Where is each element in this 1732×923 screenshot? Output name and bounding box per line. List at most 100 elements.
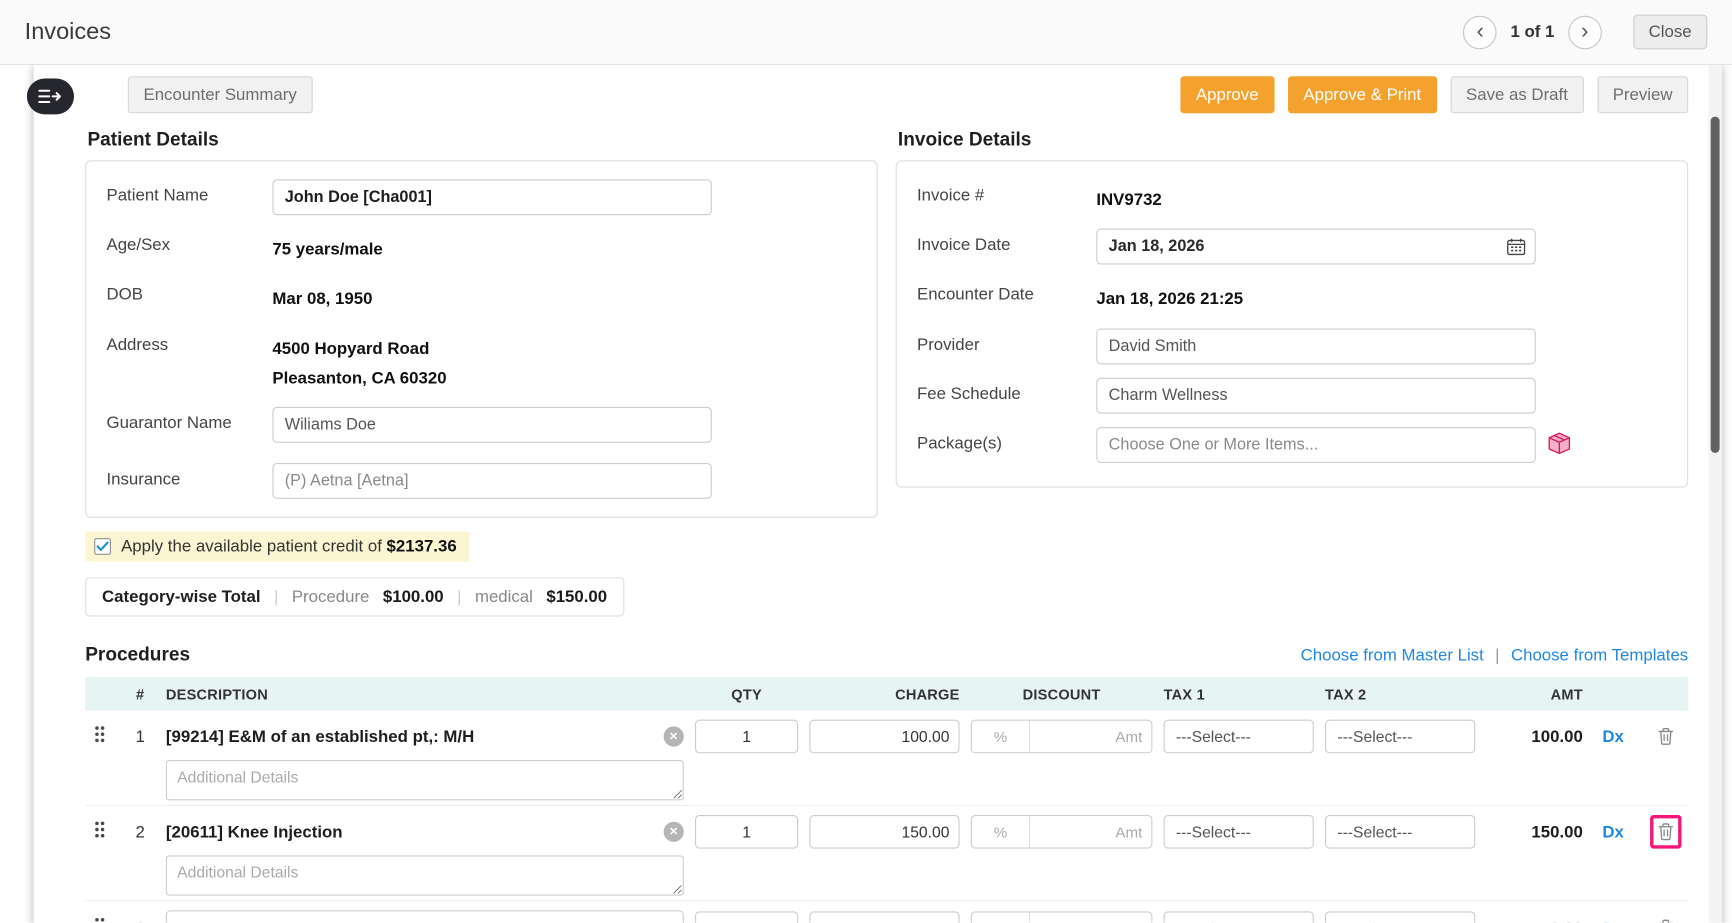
encounter-date-value: Jan 18, 2026 21:25 [1096,278,1243,314]
packages-input[interactable] [1096,427,1535,463]
drag-handle-icon[interactable] [85,725,114,749]
procedures-table-header: # DESCRIPTION QTY CHARGE DISCOUNT TAX 1 … [85,677,1688,711]
drag-handle-icon[interactable] [85,820,114,844]
scrollbar-track[interactable] [1708,65,1721,923]
discount-amount-input[interactable] [1030,912,1151,922]
age-sex-value: 75 years/male [272,229,382,265]
topbar-controls: ‹ 1 of 1 › Close [1463,15,1707,50]
scrollbar-thumb[interactable] [1711,117,1720,453]
encounter-date-label: Encounter Date [917,278,1096,304]
procedure-description: [99214] E&M of an established pt,: M/H [166,727,474,746]
tax1-select[interactable]: ---Select--- [1164,720,1314,754]
qty-input[interactable] [695,911,798,922]
col-tax1: TAX 1 [1164,685,1314,702]
preview-button[interactable]: Preview [1597,76,1688,113]
remove-procedure-icon[interactable]: ✕ [664,822,684,842]
procedure-row: 2 [20611] Knee Injection ✕ ---Select--- … [85,806,1688,901]
close-button[interactable]: Close [1633,15,1707,50]
discount-percent-input[interactable] [972,912,1030,922]
tax1-select[interactable]: ---Select--- [1164,815,1314,849]
details-columns: Patient Details Patient Name Age/Sex 75 … [85,129,1688,518]
calendar-icon[interactable] [1507,238,1526,262]
separator: | [457,587,461,606]
next-invoice-button[interactable]: › [1568,15,1602,49]
col-charge: CHARGE [809,685,959,702]
invoice-number-label: Invoice # [917,179,1096,205]
qty-input[interactable] [695,815,798,849]
charge-input[interactable] [809,720,959,754]
additional-details-textarea[interactable] [166,760,684,800]
insurance-label: Insurance [106,463,272,489]
tax2-select[interactable]: ---Select--- [1325,911,1475,922]
delete-procedure-icon[interactable] [1652,722,1679,751]
approve-button[interactable]: Approve [1180,76,1274,113]
separator: | [1495,646,1499,665]
patient-name-input[interactable] [272,179,711,215]
dx-link[interactable]: Dx [1594,822,1632,841]
row-amount: 100.00 [1486,727,1582,746]
choose-master-list-link[interactable]: Choose from Master List [1301,646,1484,665]
address-label: Address [106,328,272,354]
apply-credit-row[interactable]: Apply the available patient credit of $2… [85,531,470,561]
fee-schedule-label: Fee Schedule [917,377,1096,403]
procedure-description: [20611] Knee Injection [166,822,343,841]
invoice-panel: Encounter Summary Approve Approve & Prin… [34,65,1722,923]
approve-print-button[interactable]: Approve & Print [1288,76,1437,113]
col-qty: QTY [695,685,798,702]
address-line2: Pleasanton, CA 60320 [272,364,446,393]
prev-invoice-button[interactable]: ‹ [1463,15,1497,49]
package-icon[interactable] [1546,429,1573,459]
category-total-label: Category-wise Total [102,587,261,606]
tax2-select[interactable]: ---Select--- [1325,720,1475,754]
procedure-description-input[interactable] [166,910,684,922]
row-number: 1 [126,727,155,746]
tax1-select[interactable]: ---Select--- [1164,911,1314,922]
delete-procedure-icon[interactable] [1652,914,1679,923]
packages-label: Package(s) [917,427,1096,453]
procedures-header: Procedures Choose from Master List | Cho… [85,643,1688,665]
expand-panel-icon [38,89,63,105]
encounter-summary-button[interactable]: Encounter Summary [128,76,313,113]
chevron-left-icon: ‹ [1476,20,1483,42]
expand-panel-button[interactable] [27,78,74,114]
provider-input[interactable] [1096,328,1535,364]
charge-input[interactable] [809,911,959,922]
discount-amount-input[interactable] [1030,721,1151,752]
choose-templates-link[interactable]: Choose from Templates [1511,646,1688,665]
invoice-number-value: INV9732 [1096,179,1161,215]
separator: | [274,587,278,606]
discount-percent-input[interactable] [972,816,1030,847]
insurance-input[interactable] [272,463,711,499]
category-total-box: Category-wise Total | Procedure $100.00 … [85,577,624,616]
remove-procedure-icon[interactable]: ✕ [664,726,684,746]
invoice-details-title: Invoice Details [898,129,1688,151]
patient-details-section: Patient Details Patient Name Age/Sex 75 … [85,129,878,518]
procedure-row: 1 [99214] E&M of an established pt,: M/H… [85,711,1688,806]
panel-content: Encounter Summary Approve Approve & Prin… [34,65,1722,923]
fee-schedule-input[interactable] [1096,377,1535,413]
dx-link[interactable]: Dx [1594,727,1632,746]
save-as-draft-button[interactable]: Save as Draft [1450,76,1583,113]
col-discount: DISCOUNT [971,685,1153,702]
additional-details-textarea[interactable] [166,855,684,895]
discount-percent-input[interactable] [972,721,1030,752]
invoice-date-input[interactable] [1096,229,1535,265]
delete-procedure-icon-highlighted[interactable] [1650,815,1681,849]
tax2-select[interactable]: ---Select--- [1325,815,1475,849]
apply-credit-checkbox[interactable] [94,538,111,555]
patient-name-label: Patient Name [106,179,272,205]
guarantor-input[interactable] [272,407,711,443]
category-amount: $100.00 [383,587,444,606]
address-value: 4500 Hopyard Road Pleasanton, CA 60320 [272,328,446,394]
procedure-row: 3 ---Select--- ---Select--- 0.00 Dx [85,901,1688,922]
qty-input[interactable] [695,720,798,754]
col-tax2: TAX 2 [1325,685,1475,702]
apply-credit-label: Apply the available patient credit of $2… [121,537,457,556]
category-name: Procedure [292,587,370,606]
charge-input[interactable] [809,815,959,849]
col-amt: AMT [1486,685,1582,702]
checkmark-icon [96,541,108,551]
discount-amount-input[interactable] [1030,816,1151,847]
col-num: # [126,685,155,702]
invoice-details-card: Invoice # INV9732 Invoice Date [896,160,1689,487]
